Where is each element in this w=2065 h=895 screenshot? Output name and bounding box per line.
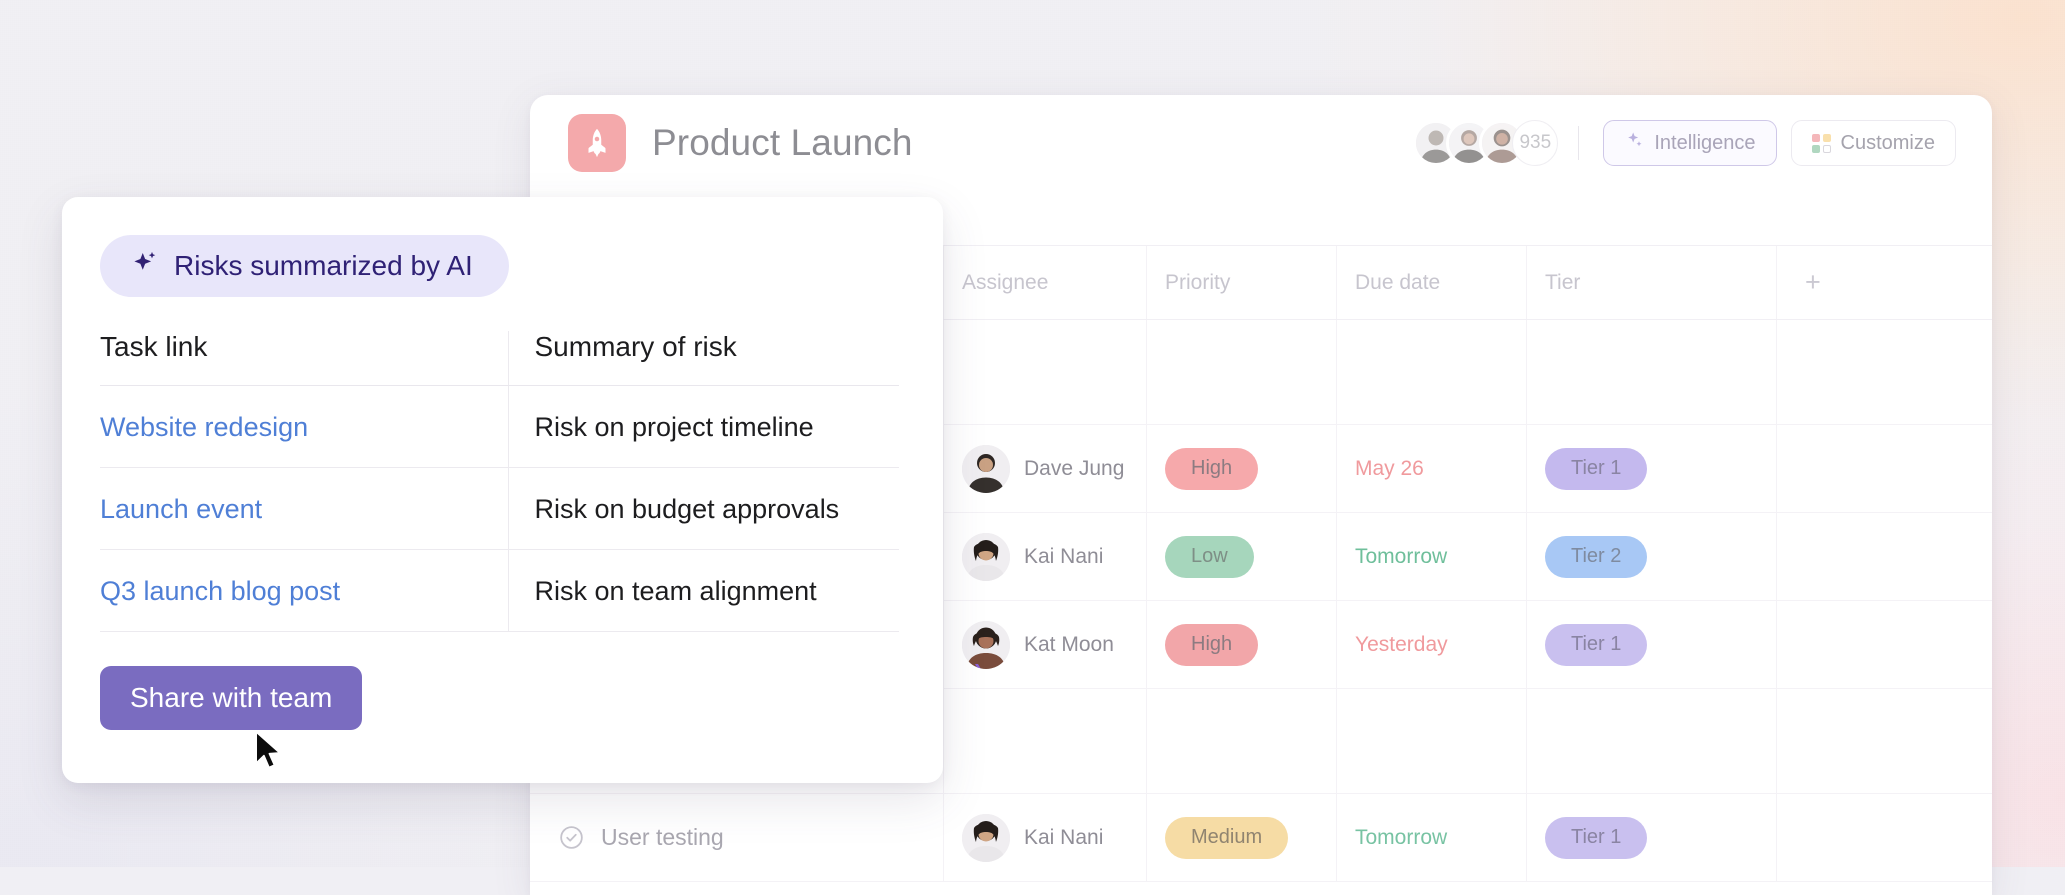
cell-tier[interactable]: Tier 2 [1527, 513, 1777, 600]
intelligence-label: Intelligence [1654, 131, 1756, 154]
risk-task-cell: Launch event [100, 467, 509, 550]
cell-priority[interactable]: Low [1147, 513, 1337, 600]
sparkle-icon [1624, 130, 1644, 156]
task-link[interactable]: Q3 launch blog post [100, 576, 340, 606]
avatar [962, 620, 1010, 669]
priority-badge[interactable]: High [1165, 623, 1259, 666]
assignee-name: Kai Nani [1024, 825, 1104, 849]
tier-badge[interactable]: Tier 2 [1545, 535, 1648, 578]
risk-table-row: Launch event Risk on budget approvals [100, 467, 899, 550]
cell-due-date[interactable] [1337, 689, 1527, 793]
task-link[interactable]: Launch event [100, 494, 262, 524]
header-divider [1578, 126, 1580, 160]
cell-extra[interactable] [1777, 601, 1990, 688]
column-header-assignee[interactable]: Assignee [944, 246, 1147, 319]
cell-assignee[interactable]: Dave Jung [944, 425, 1147, 512]
priority-badge[interactable]: Medium [1165, 816, 1289, 859]
cell-tier[interactable]: Tier 1 [1527, 794, 1777, 881]
tier-badge[interactable]: Tier 1 [1545, 816, 1648, 859]
due-date-text: Yesterday [1355, 632, 1448, 656]
cell-priority[interactable] [1147, 689, 1337, 793]
assignee-name: Kai Nani [1024, 544, 1104, 568]
ai-risk-summary-popup: Risks summarized by AI Task link Summary… [62, 197, 943, 783]
ai-summary-badge: Risks summarized by AI [100, 235, 509, 297]
due-date-text: May 26 [1355, 456, 1424, 480]
check-circle-icon[interactable] [558, 824, 585, 851]
assignee-name: Dave Jung [1024, 456, 1125, 480]
cell-priority[interactable]: High [1147, 601, 1337, 688]
avatar [962, 532, 1010, 581]
cell-due-date[interactable] [1337, 320, 1527, 424]
cell-assignee[interactable]: Kai Nani [944, 794, 1147, 881]
cell-priority[interactable]: High [1147, 425, 1337, 512]
intelligence-button[interactable]: Intelligence [1603, 120, 1777, 166]
ai-summary-badge-label: Risks summarized by AI [174, 250, 473, 281]
due-date-text: Tomorrow [1355, 544, 1448, 568]
avatar [962, 444, 1010, 493]
sparkle-icon [130, 248, 160, 285]
grid-squares-icon [1811, 133, 1831, 153]
risk-table-header-row: Task link Summary of risk [100, 331, 899, 386]
cell-priority[interactable] [1147, 320, 1337, 424]
risk-table-row: Q3 launch blog post Risk on team alignme… [100, 549, 899, 632]
tier-badge[interactable]: Tier 1 [1545, 623, 1648, 666]
cell-priority[interactable]: Medium [1147, 794, 1337, 881]
cell-due-date[interactable]: Tomorrow [1337, 794, 1527, 881]
risk-column-header-task-link: Task link [100, 331, 509, 386]
share-with-team-button[interactable]: Share with team [100, 666, 363, 730]
cell-due-date[interactable]: Tomorrow [1337, 513, 1527, 600]
rocket-icon [568, 114, 626, 172]
header-actions: 935 Intelligence Customize [1413, 120, 1956, 166]
cell-extra[interactable] [1777, 794, 1990, 881]
avatar [962, 813, 1010, 862]
avatar-overflow-count[interactable]: 935 [1512, 120, 1559, 166]
cell-tier[interactable]: Tier 1 [1527, 601, 1777, 688]
cell-tier[interactable]: Tier 1 [1527, 425, 1777, 512]
priority-badge[interactable]: Low [1165, 535, 1254, 578]
risk-table-row: Website redesign Risk on project timelin… [100, 385, 899, 468]
add-column-button[interactable]: + [1777, 246, 1990, 319]
cell-assignee[interactable] [944, 689, 1147, 793]
risk-summary-cell: Risk on team alignment [508, 549, 899, 632]
risk-task-cell: Q3 launch blog post [100, 549, 509, 632]
task-link[interactable]: Website redesign [100, 412, 308, 442]
cell-name[interactable]: User testing [530, 794, 944, 881]
cell-due-date[interactable]: Yesterday [1337, 601, 1527, 688]
cell-extra[interactable] [1777, 425, 1990, 512]
assignee-name: Kat Moon [1024, 632, 1114, 656]
cell-extra[interactable] [1777, 513, 1990, 600]
cell-tier[interactable] [1527, 320, 1777, 424]
cell-extra[interactable] [1777, 320, 1990, 424]
plus-icon: + [1805, 267, 1821, 297]
cell-due-date[interactable]: May 26 [1337, 425, 1527, 512]
customize-label: Customize [1840, 131, 1935, 154]
risk-table: Task link Summary of risk Website redesi… [100, 331, 899, 632]
table-row[interactable]: User testing Kai Nani Medium Tomorrow Ti… [530, 794, 1992, 882]
task-name-label: User testing [601, 824, 724, 850]
card-header: Product Launch 935 Intelligence Customiz… [530, 95, 1992, 191]
due-date-text: Tomorrow [1355, 825, 1448, 849]
cell-extra[interactable] [1777, 689, 1990, 793]
column-header-priority[interactable]: Priority [1147, 246, 1337, 319]
collaborator-avatars[interactable]: 935 [1413, 120, 1559, 166]
cell-assignee[interactable] [944, 320, 1147, 424]
customize-button[interactable]: Customize [1790, 120, 1956, 166]
risk-summary-cell: Risk on budget approvals [508, 467, 899, 550]
column-header-tier[interactable]: Tier [1527, 246, 1777, 319]
risk-column-header-summary: Summary of risk [508, 331, 899, 386]
cell-tier[interactable] [1527, 689, 1777, 793]
risk-summary-cell: Risk on project timeline [508, 385, 899, 468]
tier-badge[interactable]: Tier 1 [1545, 447, 1648, 490]
cell-assignee[interactable]: Kat Moon [944, 601, 1147, 688]
priority-badge[interactable]: High [1165, 447, 1259, 490]
column-header-due-date[interactable]: Due date [1337, 246, 1527, 319]
cell-assignee[interactable]: Kai Nani [944, 513, 1147, 600]
risk-task-cell: Website redesign [100, 385, 509, 468]
page-title: Product Launch [652, 122, 913, 163]
